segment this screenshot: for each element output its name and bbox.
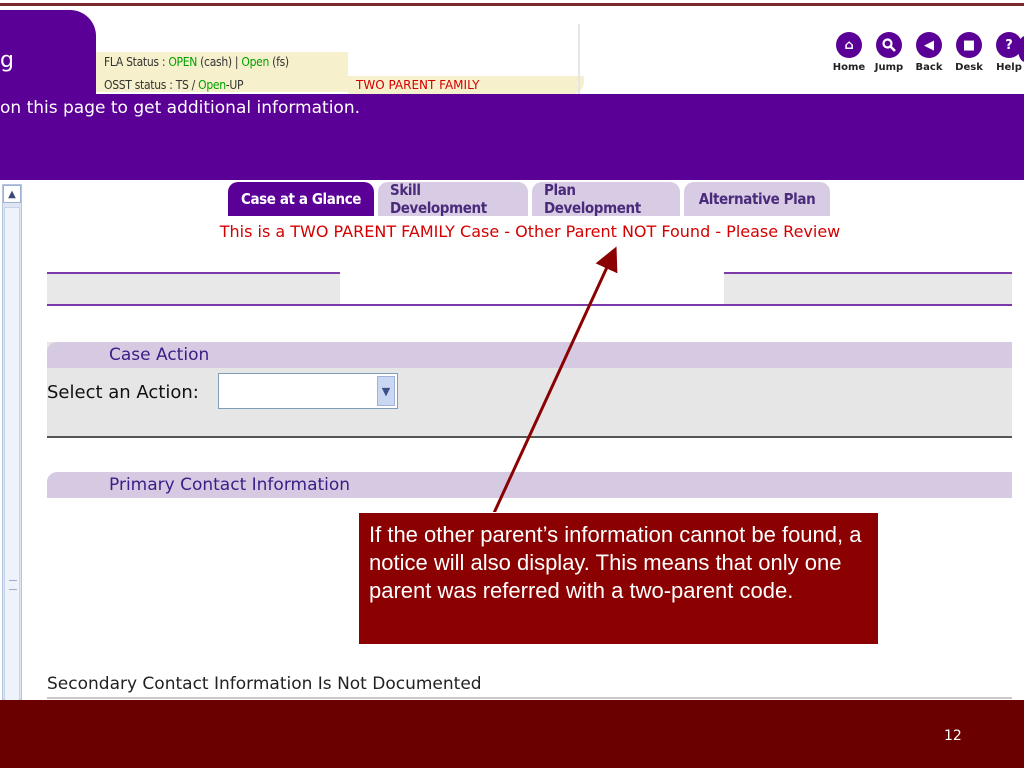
help-label: Help	[996, 62, 1022, 73]
case-action-title: Case Action	[109, 345, 210, 365]
search-icon	[876, 32, 902, 58]
annotation-callout: If the other parent’s information cannot…	[358, 512, 879, 645]
info-bar-divider	[340, 304, 724, 306]
app-title-fragment: g	[0, 48, 14, 73]
primary-contact-header: Primary Contact Information	[47, 472, 1012, 498]
info-band: on this page to get additional informati…	[0, 94, 1024, 180]
select-action-label: Select an Action:	[47, 382, 199, 403]
app-title-tab: g	[0, 10, 96, 94]
fla-status: FLA Status : OPEN (cash) | Open (fs)	[104, 55, 289, 69]
nav-toolbar: ⌂ Home Jump ◀ Back ■ Desk ? Help	[832, 32, 1024, 73]
scroll-grip-icon	[9, 580, 17, 590]
app-header: g FLA Status : OPEN (cash) | Open (fs) O…	[0, 6, 1024, 94]
primary-contact-title: Primary Contact Information	[109, 475, 351, 495]
info-bar-right	[724, 272, 1012, 306]
jump-button[interactable]: Jump	[872, 32, 906, 73]
two-parent-notice: This is a TWO PARENT FAMILY Case - Other…	[219, 222, 841, 241]
case-tabs: Case at a Glance Skill Development Plan …	[228, 181, 830, 217]
info-band-text: on this page to get additional informati…	[0, 98, 361, 118]
home-icon: ⌂	[836, 32, 862, 58]
scroll-thumb[interactable]	[4, 207, 20, 700]
secondary-contact-text: Secondary Contact Information Is Not Doc…	[47, 674, 482, 694]
desk-label: Desk	[955, 62, 983, 73]
desk-icon: ■	[956, 32, 982, 58]
page-number: 12	[944, 728, 962, 744]
home-label: Home	[832, 62, 866, 73]
back-button[interactable]: ◀ Back	[912, 32, 946, 73]
desk-button[interactable]: ■ Desk	[952, 32, 986, 73]
tab-case-at-a-glance[interactable]: Case at a Glance	[228, 182, 374, 216]
chevron-down-icon[interactable]: ▼	[377, 376, 395, 406]
tab-skill-development[interactable]: Skill Development	[378, 181, 528, 217]
tab-alternative-plan[interactable]: Alternative Plan	[684, 182, 830, 216]
case-action-section: Case Action Select an Action: ▼	[47, 342, 1012, 438]
osst-status: OSST status : TS / Open-UP	[104, 78, 244, 92]
secondary-divider	[47, 697, 1012, 699]
family-type-label: TWO PARENT FAMILY	[356, 78, 480, 92]
vertical-scrollbar[interactable]: ▲	[2, 184, 22, 700]
header-divider	[578, 24, 580, 94]
back-label: Back	[915, 62, 943, 73]
primary-contact-section: Primary Contact Information	[47, 472, 1012, 498]
back-icon: ◀	[916, 32, 942, 58]
slide-footer: 12	[0, 700, 1024, 768]
home-button[interactable]: ⌂ Home	[832, 32, 866, 73]
action-select[interactable]: ▼	[218, 373, 398, 409]
jump-label: Jump	[874, 62, 904, 73]
info-bar-left	[47, 272, 340, 306]
callout-text: If the other parent’s information cannot…	[369, 522, 862, 603]
scroll-up-arrow-icon[interactable]: ▲	[3, 185, 21, 203]
case-action-header: Case Action	[47, 342, 1012, 368]
tab-plan-development[interactable]: Plan Development	[532, 181, 680, 217]
